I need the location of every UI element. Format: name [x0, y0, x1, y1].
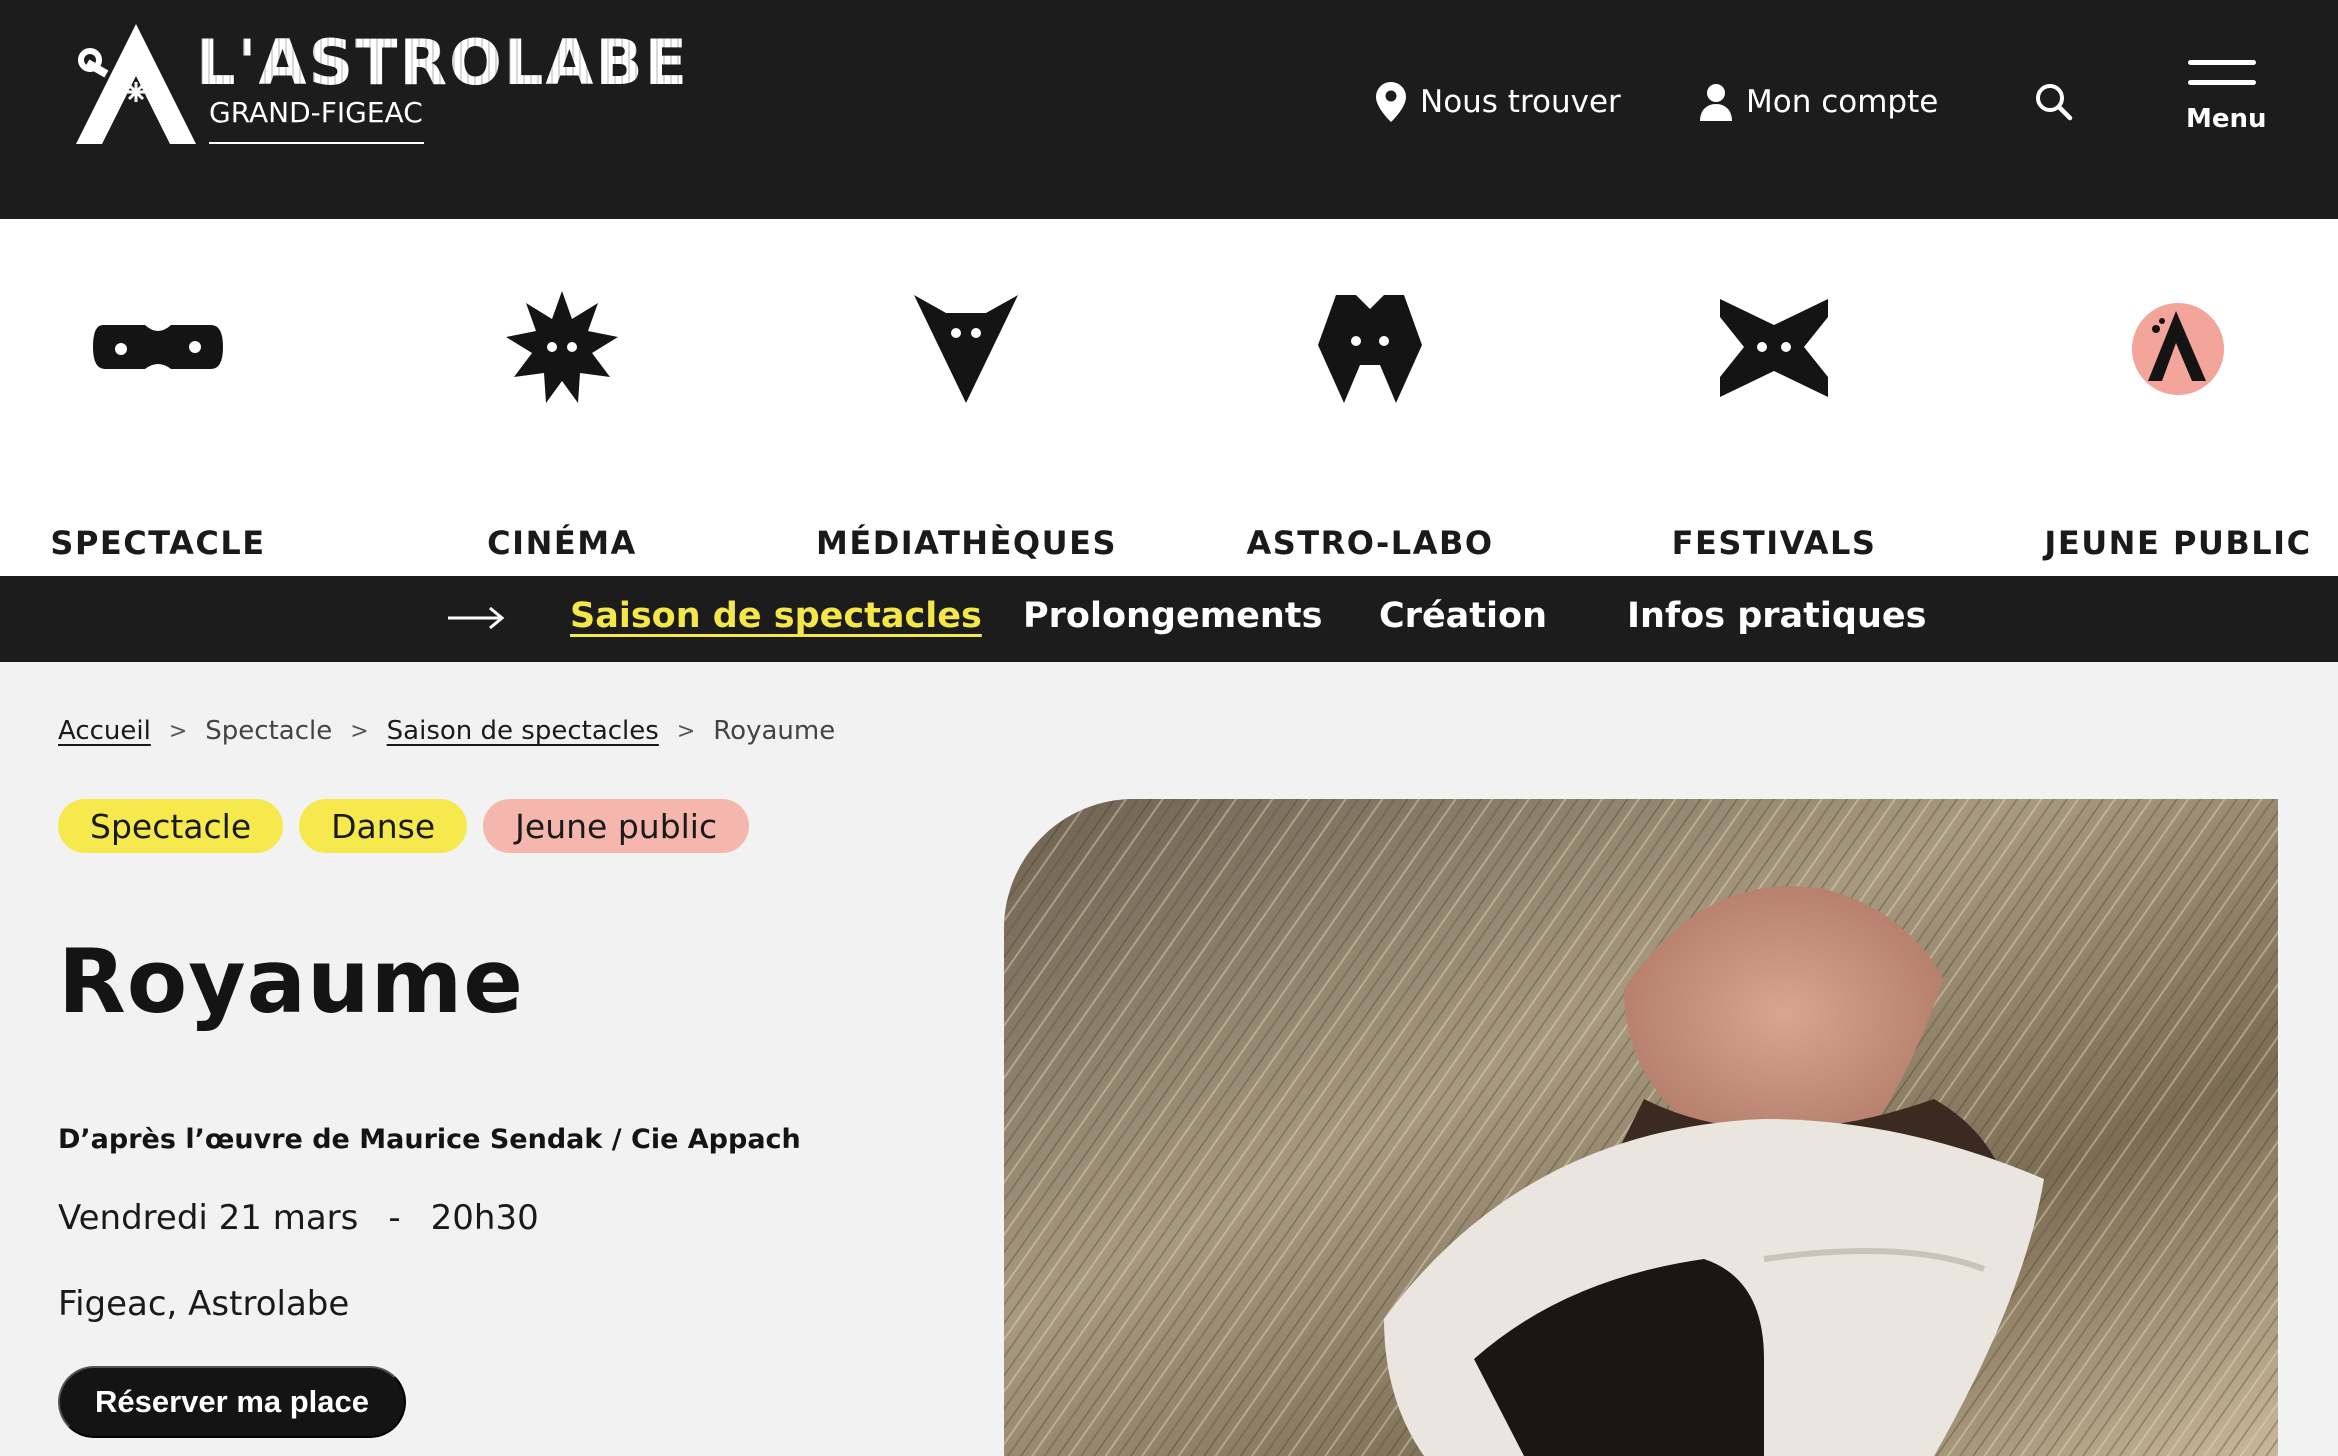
menu-button[interactable]: Menu [2186, 60, 2267, 140]
breadcrumb-separator: > [676, 718, 696, 744]
hamburger-bar [2188, 80, 2256, 85]
breadcrumb-spectacle: Spectacle [205, 716, 333, 746]
category-mediatheques[interactable]: MÉDIATHÈQUES [816, 289, 1116, 562]
logo-underline [209, 142, 424, 144]
account-link[interactable]: Mon compte [1700, 78, 1938, 126]
breadcrumb-saison[interactable]: Saison de spectacles [387, 716, 659, 746]
site-header: L'ASTROLABE GRAND-FIGEAC Nous trouver Mo… [0, 0, 2338, 219]
location-pin-icon [1376, 82, 1406, 122]
category-label: CINÉMA [487, 524, 637, 562]
tag-jeune-public[interactable]: Jeune public [483, 799, 750, 853]
category-nav: SPECTACLE CINÉMA MÉDIATHÈQUES ASTRO-LABO… [0, 219, 2338, 576]
arrow-right-icon [448, 606, 505, 630]
jeune-public-a-icon [2132, 303, 2224, 395]
event-title: Royaume [58, 930, 524, 1033]
logo-subtitle: GRAND-FIGEAC [209, 96, 423, 129]
category-jeune-public[interactable]: JEUNE PUBLIC [2028, 289, 2328, 562]
category-label: FESTIVALS [1671, 524, 1877, 562]
book-ticket-button[interactable]: Réserver ma place [58, 1366, 406, 1438]
find-us-link[interactable]: Nous trouver [1376, 78, 1621, 126]
tag-spectacle[interactable]: Spectacle [58, 799, 284, 853]
search-button[interactable] [2034, 78, 2074, 126]
tag-danse[interactable]: Danse [299, 799, 468, 853]
astro-labo-creature-icon [1318, 295, 1422, 403]
cinema-star-icon [506, 291, 618, 403]
category-spectacle[interactable]: SPECTACLE [8, 289, 308, 562]
event-hero-image [1004, 799, 2278, 1456]
category-label: JEUNE PUBLIC [2044, 524, 2312, 562]
account-label: Mon compte [1746, 84, 1939, 120]
subnav-saison-de-spectacles[interactable]: Saison de spectacles [570, 596, 982, 636]
category-astro-labo[interactable]: ASTRO-LABO [1220, 289, 1520, 562]
user-icon [1700, 84, 1732, 121]
category-label: ASTRO-LABO [1246, 524, 1494, 562]
menu-label: Menu [2186, 104, 2267, 134]
subnav-infos-pratiques[interactable]: Infos pratiques [1627, 596, 1926, 636]
category-label: SPECTACLE [50, 524, 266, 562]
event-time: 20h30 [430, 1198, 539, 1238]
section-subnav: Saison de spectacles Prolongements Créat… [0, 576, 2338, 662]
breadcrumb-separator: > [168, 718, 188, 744]
event-subtitle: D’après l’œuvre de Maurice Sendak / Cie … [58, 1124, 801, 1155]
logo-title: L'ASTROLABE [196, 26, 689, 99]
category-cinema[interactable]: CINÉMA [412, 289, 712, 562]
subnav-prolongements[interactable]: Prolongements [1023, 596, 1322, 636]
event-tags: Spectacle Danse Jeune public [58, 799, 750, 853]
subnav-creation[interactable]: Création [1379, 596, 1547, 636]
mediatheques-fox-icon [914, 295, 1018, 403]
hamburger-menu-icon [2188, 60, 2256, 65]
spectacle-mask-icon [93, 325, 223, 369]
breadcrumb-separator: > [350, 718, 369, 744]
breadcrumb: Accueil > Spectacle > Saison de spectacl… [58, 716, 835, 746]
breadcrumb-current: Royaume [713, 716, 836, 746]
festivals-bowtie-icon [1720, 299, 1828, 397]
site-logo[interactable]: L'ASTROLABE GRAND-FIGEAC [76, 24, 687, 154]
find-us-label: Nous trouver [1420, 84, 1621, 120]
event-place: Figeac, Astrolabe [58, 1284, 350, 1324]
event-datetime: Vendredi 21 mars - 20h30 [58, 1198, 539, 1238]
category-festivals[interactable]: FESTIVALS [1624, 289, 1924, 562]
hero-photo [1004, 799, 2278, 1456]
astrolabe-logo-icon [76, 24, 196, 144]
event-date: Vendredi 21 mars [58, 1198, 359, 1238]
breadcrumb-home[interactable]: Accueil [58, 716, 151, 746]
search-icon [2036, 84, 2073, 121]
category-label: MÉDIATHÈQUES [816, 524, 1118, 562]
event-date-separator: - [388, 1198, 401, 1238]
